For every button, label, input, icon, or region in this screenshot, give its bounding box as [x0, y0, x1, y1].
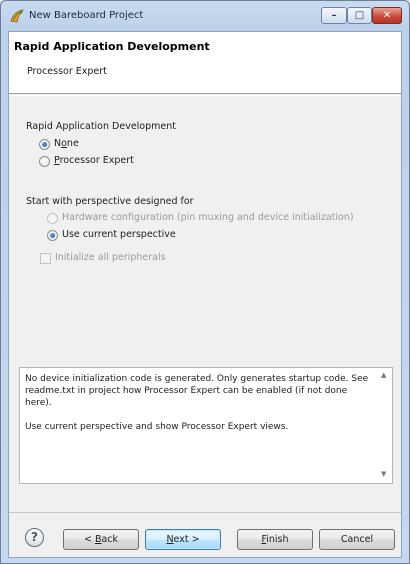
- radio-use-current-perspective[interactable]: Use current perspective: [47, 229, 217, 243]
- description-text: No device initialization code is generat…: [25, 373, 371, 445]
- radio-none-text-post: ne: [66, 138, 79, 149]
- close-icon: ✕: [382, 10, 392, 21]
- maximize-button[interactable]: □: [347, 7, 372, 24]
- next-button[interactable]: Next >: [145, 529, 221, 550]
- radio-hardware-configuration-indicator[interactable]: [47, 213, 58, 224]
- close-button[interactable]: ✕: [372, 7, 402, 24]
- cancel-button[interactable]: Cancel: [319, 529, 395, 550]
- checkbox-initialize-all-peripherals-label[interactable]: Initialize all peripherals: [55, 252, 166, 263]
- description-text-area[interactable]: No device initialization code is generat…: [19, 367, 393, 484]
- checkbox-initialize-all-peripherals-box[interactable]: [40, 253, 51, 264]
- help-icon: ?: [31, 530, 38, 544]
- finish-button-text-post: inish: [266, 534, 289, 545]
- radio-use-current-perspective-indicator[interactable]: [47, 230, 58, 241]
- radio-hardware-configuration-label[interactable]: Hardware configuration (pin muxing and d…: [62, 212, 354, 223]
- processor-expert-app-icon: [10, 9, 25, 23]
- help-button[interactable]: ?: [25, 528, 44, 547]
- header-divider: [9, 95, 401, 96]
- back-button-text-pre: <: [83, 534, 95, 545]
- next-button-text-post: ext >: [173, 534, 200, 545]
- radio-processor-expert-label[interactable]: Processor Expert: [54, 155, 134, 166]
- radio-none-label[interactable]: None: [54, 138, 79, 149]
- title-bar[interactable]: New Bareboard Project – □ ✕: [1, 1, 409, 31]
- vertical-scrollbar[interactable]: ▲ ▼: [378, 368, 392, 483]
- dialog-window: New Bareboard Project – □ ✕ Rapid Applic…: [0, 0, 410, 564]
- footer-divider: [9, 512, 401, 513]
- page-subtitle: Processor Expert: [27, 66, 107, 77]
- scroll-down-arrow-icon[interactable]: ▼: [381, 470, 386, 478]
- back-button[interactable]: < Back: [63, 529, 139, 550]
- radio-none-indicator[interactable]: [39, 139, 50, 150]
- page-title: Rapid Application Development: [14, 40, 210, 53]
- radio-hardware-configuration[interactable]: Hardware configuration (pin muxing and d…: [47, 212, 367, 226]
- radio-processor-expert[interactable]: Processor Expert: [39, 155, 169, 169]
- minimize-icon: –: [331, 10, 337, 21]
- radio-none[interactable]: None: [39, 138, 119, 152]
- checkbox-initialize-all-peripherals[interactable]: Initialize all peripherals: [40, 252, 190, 266]
- next-button-mnemonic: N: [166, 534, 174, 545]
- perspective-group-label: Start with perspective designed for: [26, 196, 194, 207]
- radio-use-current-perspective-label[interactable]: Use current perspective: [62, 229, 176, 240]
- dialog-client-area: Rapid Application Development Processor …: [8, 31, 402, 558]
- radio-processor-expert-indicator[interactable]: [39, 156, 50, 167]
- finish-button[interactable]: Finish: [237, 529, 313, 550]
- window-title: New Bareboard Project: [29, 10, 144, 21]
- maximize-icon: □: [354, 10, 365, 21]
- minimize-button[interactable]: –: [321, 7, 347, 24]
- rad-group-label: Rapid Application Development: [26, 121, 176, 132]
- back-button-text-post: ack: [101, 534, 119, 545]
- scroll-up-arrow-icon[interactable]: ▲: [381, 371, 386, 379]
- description-paragraph: No device initialization code is generat…: [25, 374, 369, 408]
- wizard-header: Rapid Application Development Processor …: [9, 32, 401, 94]
- description-paragraph: Use current perspective and show Process…: [25, 422, 289, 432]
- radio-processor-expert-text-post: rocessor Expert: [59, 155, 134, 166]
